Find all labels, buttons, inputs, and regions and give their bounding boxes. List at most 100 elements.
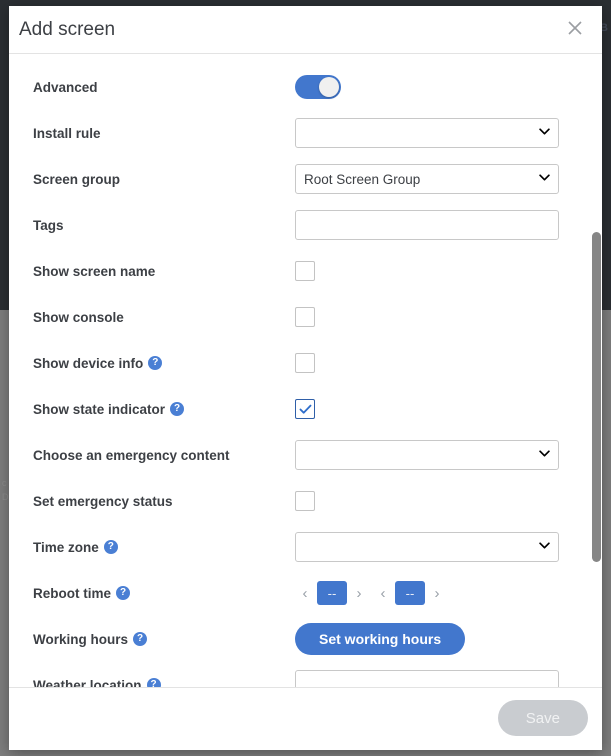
select-field[interactable] [295, 440, 559, 470]
form-row: Reboot time? ‹ -- › ‹ -- › [9, 570, 602, 616]
help-icon[interactable]: ? [116, 586, 131, 600]
row-label: Advanced [33, 80, 295, 95]
row-control [295, 399, 586, 419]
help-icon[interactable]: ? [133, 632, 148, 646]
hour-increment-icon[interactable]: › [349, 580, 369, 606]
help-icon[interactable]: ? [170, 402, 185, 416]
select-field[interactable] [295, 164, 559, 194]
row-control: Set working hours [295, 623, 586, 655]
toggle-knob [319, 77, 339, 97]
select-field[interactable] [295, 532, 559, 562]
backdrop-ghost-text-left-2: D [2, 492, 9, 502]
row-label: Screen group [33, 172, 295, 187]
form-row: Show device info? [9, 340, 602, 386]
form-row: Set emergency status [9, 478, 602, 524]
form-row: Show state indicator? [9, 386, 602, 432]
row-control [295, 210, 586, 240]
dialog-scrollbar-track[interactable] [591, 54, 602, 687]
row-label: Working hours? [33, 632, 295, 647]
row-control: ‹ -- › ‹ -- › [295, 580, 586, 606]
row-label-text: Advanced [33, 79, 98, 95]
checkbox[interactable] [295, 307, 315, 327]
check-icon [299, 404, 311, 414]
row-label-text: Reboot time [33, 585, 112, 601]
row-label-text: Show state indicator [33, 401, 166, 417]
dialog-scrollbar-thumb[interactable] [592, 232, 601, 562]
settings-form: Advanced Install rule Screen group Tags Show… [9, 54, 602, 687]
row-label: Show device info? [33, 356, 295, 371]
row-label-text: Tags [33, 217, 64, 233]
form-row: Advanced [9, 64, 602, 110]
form-row: Tags [9, 202, 602, 248]
page-title: Add screen [19, 19, 116, 40]
row-label-text: Time zone [33, 539, 99, 555]
form-row: Choose an emergency content [9, 432, 602, 478]
row-label-text: Show console [33, 309, 124, 325]
form-row: Working hours? Set working hours [9, 616, 602, 662]
row-label: Reboot time? [33, 586, 295, 601]
row-label: Set emergency status [33, 494, 295, 509]
text-field[interactable] [295, 210, 559, 240]
row-label: Choose an emergency content [33, 448, 295, 463]
checkbox[interactable] [295, 491, 315, 511]
checkbox[interactable] [295, 399, 315, 419]
set-working-hours-button[interactable]: Set working hours [295, 623, 466, 655]
advanced-toggle[interactable] [295, 75, 341, 99]
form-row: Weather location? [9, 662, 602, 687]
dialog-header: Add screen [9, 6, 602, 54]
row-label: Show console [33, 310, 295, 325]
row-label: Time zone? [33, 540, 295, 555]
row-control [295, 491, 586, 511]
dialog-footer: Save [9, 687, 602, 750]
close-icon[interactable] [562, 15, 588, 41]
dialog-body-scroll-area: Advanced Install rule Screen group Tags Show… [9, 54, 602, 687]
select-wrapper [295, 164, 559, 194]
row-label-text: Set emergency status [33, 493, 173, 509]
row-control [295, 164, 586, 194]
minute-increment-icon[interactable]: › [427, 580, 447, 606]
row-label-text: Weather location [33, 677, 142, 688]
row-label-text: Working hours [33, 631, 129, 647]
row-label-text: Screen group [33, 171, 121, 187]
reboot-time-stepper: ‹ -- › ‹ -- › [295, 580, 447, 606]
help-icon[interactable]: ? [148, 356, 163, 370]
form-row: Time zone? [9, 524, 602, 570]
row-label-text: Install rule [33, 125, 101, 141]
hour-value[interactable]: -- [317, 581, 347, 605]
checkbox[interactable] [295, 261, 315, 281]
row-label: Show screen name [33, 264, 295, 279]
select-wrapper [295, 532, 559, 562]
hour-decrement-icon[interactable]: ‹ [295, 580, 315, 606]
row-label-text: Choose an emergency content [33, 447, 230, 463]
row-label: Weather location? [33, 677, 295, 688]
save-button[interactable]: Save [497, 700, 588, 736]
row-label: Show state indicator? [33, 402, 295, 417]
row-label: Tags [33, 218, 295, 233]
row-control [295, 670, 586, 687]
row-control [295, 353, 586, 373]
row-control [295, 75, 586, 99]
select-field[interactable] [295, 118, 559, 148]
select-wrapper [295, 118, 559, 148]
backdrop-ghost-text-left-1: c [2, 478, 7, 488]
add-screen-dialog: Add screen Advanced Install rule Screen gr… [9, 6, 602, 750]
help-icon[interactable]: ? [103, 540, 118, 554]
row-control [295, 440, 586, 470]
form-row: Screen group [9, 156, 602, 202]
row-control [295, 118, 586, 148]
minute-decrement-icon[interactable]: ‹ [373, 580, 393, 606]
row-label-text: Show device info [33, 355, 144, 371]
row-label: Install rule [33, 126, 295, 141]
help-icon[interactable]: ? [146, 678, 161, 687]
text-field[interactable] [295, 670, 559, 687]
checkbox[interactable] [295, 353, 315, 373]
form-row: Show console [9, 294, 602, 340]
row-label-text: Show screen name [33, 263, 156, 279]
row-control [295, 261, 586, 281]
row-control [295, 307, 586, 327]
row-control [295, 532, 586, 562]
select-wrapper [295, 440, 559, 470]
form-row: Install rule [9, 110, 602, 156]
form-row: Show screen name [9, 248, 602, 294]
minute-value[interactable]: -- [395, 581, 425, 605]
